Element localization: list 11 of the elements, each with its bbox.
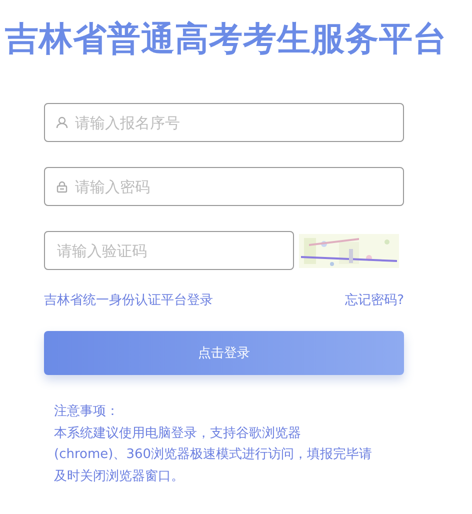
input-field[interactable]: 请输入验证码: [44, 231, 294, 270]
link[interactable]: 忘记密码?: [345, 291, 404, 309]
page-title: 吉林省普通高考考生服务平台: [5, 18, 447, 60]
login-button[interactable]: 点击登录: [44, 331, 404, 375]
note-text: (chrome)、360浏览器极速模式进行访问，填报完毕请: [54, 446, 372, 464]
note-text: 及时关闭浏览器窗口。: [54, 468, 184, 486]
input-field[interactable]: 请输入密码: [44, 167, 404, 206]
notes-heading: 注意事项：: [54, 403, 119, 421]
input-field[interactable]: 请输入报名序号: [44, 103, 404, 142]
note-text: 本系统建议使用电脑登录，支持谷歌浏览器: [54, 424, 301, 442]
link[interactable]: 吉林省统一身份认证平台登录: [44, 291, 213, 309]
